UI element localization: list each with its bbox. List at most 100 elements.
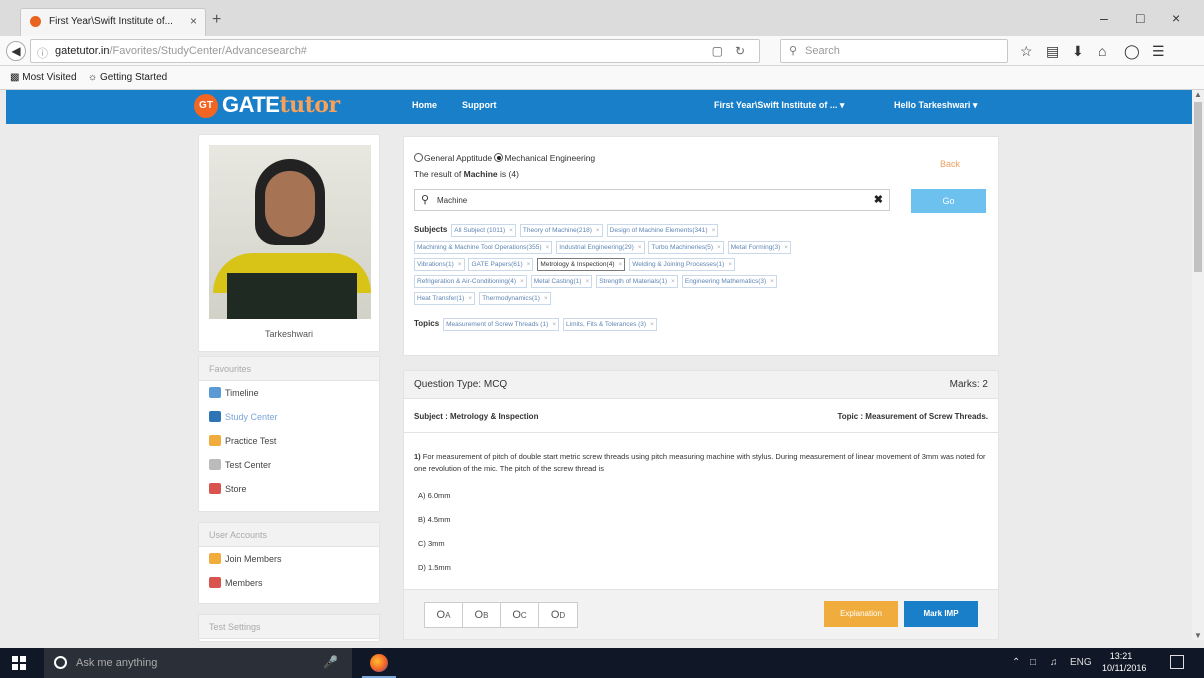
subject-chip[interactable]: Engineering Mathematics(3) × xyxy=(681,275,777,288)
subject-chip[interactable]: GATE Papers(61) × xyxy=(468,258,534,271)
chip-remove-icon[interactable]: × xyxy=(650,321,654,328)
scroll-thumb[interactable] xyxy=(1194,102,1202,272)
chip-remove-icon[interactable]: × xyxy=(671,278,675,285)
subject-chip[interactable]: Vibrations(1) × xyxy=(414,258,465,271)
reload-icon[interactable]: ↻ xyxy=(735,44,745,58)
network-icon[interactable]: □ xyxy=(1030,657,1036,668)
subject-chip[interactable]: Theory of Machine(218) × xyxy=(519,224,603,237)
topic-chip[interactable]: Measurement of Screw Threads (1) × xyxy=(443,318,560,331)
system-clock[interactable]: 13:21 10/11/2016 xyxy=(1102,650,1146,674)
chip-remove-icon[interactable]: × xyxy=(728,261,732,268)
user-menu[interactable]: Hello Tarkeshwari ▾ xyxy=(894,100,977,111)
subject-chip[interactable]: Metal Forming(3) × xyxy=(727,241,792,254)
back-arrow-icon[interactable]: ◀ xyxy=(6,41,26,61)
chip-remove-icon[interactable]: × xyxy=(544,295,548,302)
menu-icon[interactable]: ☰ xyxy=(1152,43,1165,60)
minimize-button[interactable]: – xyxy=(1100,10,1108,26)
home-icon[interactable]: ⌂ xyxy=(1098,43,1106,59)
notification-icon[interactable] xyxy=(1170,655,1184,669)
subject-chip-label: Refrigeration & Air-Conditioning(4) xyxy=(417,278,516,285)
new-tab-button[interactable]: + xyxy=(212,11,221,29)
institute-menu[interactable]: First Year\Swift Institute of ... ▾ xyxy=(714,100,844,111)
chip-remove-icon[interactable]: × xyxy=(784,244,788,251)
download-icon[interactable]: ⬇ xyxy=(1072,43,1084,60)
test-settings-heading[interactable]: Test Settings xyxy=(199,615,379,639)
microphone-icon[interactable]: 🎤 xyxy=(323,655,338,669)
answer-choice-b[interactable]: OB xyxy=(463,603,501,627)
mark-imp-button[interactable]: Mark IMP xyxy=(904,601,978,627)
scroll-up-icon[interactable]: ▲ xyxy=(1194,90,1202,99)
gatetutor-logo-badge[interactable]: GT xyxy=(194,94,218,118)
clipboard-icon[interactable]: ▤ xyxy=(1046,43,1059,60)
volume-icon[interactable]: ♫ xyxy=(1050,657,1058,668)
radio-general-aptitude[interactable] xyxy=(414,153,423,162)
chip-remove-icon[interactable]: × xyxy=(596,227,600,234)
subject-chip[interactable]: Refrigeration & Air-Conditioning(4) × xyxy=(414,275,527,288)
nav-home[interactable]: Home xyxy=(412,100,437,110)
chip-remove-icon[interactable]: × xyxy=(509,227,513,234)
chip-remove-icon[interactable]: × xyxy=(552,321,556,328)
chip-remove-icon[interactable]: × xyxy=(458,261,462,268)
subject-chip[interactable]: All Subject (1011) × xyxy=(451,224,516,237)
pocket-icon[interactable]: ◯ xyxy=(1124,43,1140,60)
maximize-button[interactable]: □ xyxy=(1136,10,1144,26)
answer-choice-a[interactable]: OA xyxy=(425,603,463,627)
tray-chevron-icon[interactable]: ⌃ xyxy=(1012,657,1020,668)
chip-remove-icon[interactable]: × xyxy=(585,278,589,285)
page-scrollbar[interactable]: ▲ ▼ xyxy=(1192,90,1204,640)
subject-chip[interactable]: Design of Machine Elements(341) × xyxy=(606,224,719,237)
chip-remove-icon[interactable]: × xyxy=(527,261,531,268)
go-button[interactable]: Go xyxy=(911,189,986,213)
subject-chip-selected[interactable]: Metrology & Inspection(4) × xyxy=(537,258,626,271)
language-indicator[interactable]: ENG xyxy=(1070,657,1092,668)
explanation-button[interactable]: Explanation xyxy=(824,601,898,627)
address-bar[interactable]: ⓘ gatetutor.in/Favorites/StudyCenter/Adv… xyxy=(30,39,760,63)
subject-chip[interactable]: Strength of Materials(1) × xyxy=(596,275,678,288)
chip-remove-icon[interactable]: × xyxy=(638,244,642,251)
sidebar-item-test-center[interactable]: Test Center xyxy=(199,453,379,477)
chip-remove-icon[interactable]: × xyxy=(520,278,524,285)
subject-chip[interactable]: Heat Transfer(1) × xyxy=(414,292,476,305)
bookmark-getting-started[interactable]: ☼ Getting Started xyxy=(88,72,167,83)
firefox-icon[interactable] xyxy=(370,654,388,672)
sidebar-item-study-center[interactable]: Study Center xyxy=(199,405,379,429)
tab-close-icon[interactable]: × xyxy=(190,14,197,28)
scroll-down-icon[interactable]: ▼ xyxy=(1194,631,1202,640)
clear-search-icon[interactable]: ✖ xyxy=(874,193,883,206)
store-icon xyxy=(209,483,221,494)
back-link[interactable]: Back xyxy=(940,159,960,169)
browser-search-box[interactable]: ⚲ Search xyxy=(780,39,1008,63)
nav-support[interactable]: Support xyxy=(462,100,497,110)
radio-mechanical-engineering[interactable] xyxy=(494,153,504,162)
info-icon[interactable]: ⓘ xyxy=(37,45,48,61)
gatetutor-logo[interactable]: GATEtutor xyxy=(222,92,340,118)
answer-choice-d[interactable]: OD xyxy=(539,603,577,627)
subject-chip[interactable]: Turbo Machineries(5) × xyxy=(648,241,724,254)
sidebar-item-practice-test[interactable]: Practice Test xyxy=(199,429,379,453)
subject-chip[interactable]: Metal Casting(1) × xyxy=(530,275,593,288)
chip-remove-icon[interactable]: × xyxy=(712,227,716,234)
subject-chip[interactable]: Machining & Machine Tool Operations(355)… xyxy=(414,241,553,254)
subject-chip[interactable]: Thermodynamics(1) × xyxy=(479,292,551,305)
sidebar-item-join-members[interactable]: Join Members xyxy=(199,547,379,571)
chip-remove-icon[interactable]: × xyxy=(717,244,721,251)
chip-remove-icon[interactable]: × xyxy=(618,261,622,268)
topic-chip[interactable]: Limits, Fits & Tolerances (3) × xyxy=(563,318,657,331)
reader-view-icon[interactable]: ▢ xyxy=(712,44,723,58)
answer-choice-c[interactable]: OC xyxy=(501,603,539,627)
browser-tab[interactable]: First Year\Swift Institute of... × xyxy=(20,8,206,36)
close-window-button[interactable]: × xyxy=(1172,10,1180,26)
chip-remove-icon[interactable]: × xyxy=(546,244,550,251)
sidebar-item-members[interactable]: Members xyxy=(199,571,379,595)
cortana-search-box[interactable]: Ask me anything 🎤 xyxy=(44,648,352,678)
chip-remove-icon[interactable]: × xyxy=(770,278,774,285)
search-input[interactable]: ⚲ Machine ✖ xyxy=(414,189,890,211)
bookmark-most-visited[interactable]: ▩ Most Visited xyxy=(10,72,77,83)
bookmark-star-icon[interactable]: ☆ xyxy=(1020,43,1033,60)
chip-remove-icon[interactable]: × xyxy=(468,295,472,302)
subject-chip[interactable]: Industrial Engineering(29) × xyxy=(556,241,645,254)
sidebar-item-timeline[interactable]: Timeline xyxy=(199,381,379,405)
subject-chip[interactable]: Welding & Joining Processes(1) × xyxy=(629,258,736,271)
sidebar-item-store[interactable]: Store xyxy=(199,477,379,501)
windows-start-icon[interactable] xyxy=(12,656,26,670)
